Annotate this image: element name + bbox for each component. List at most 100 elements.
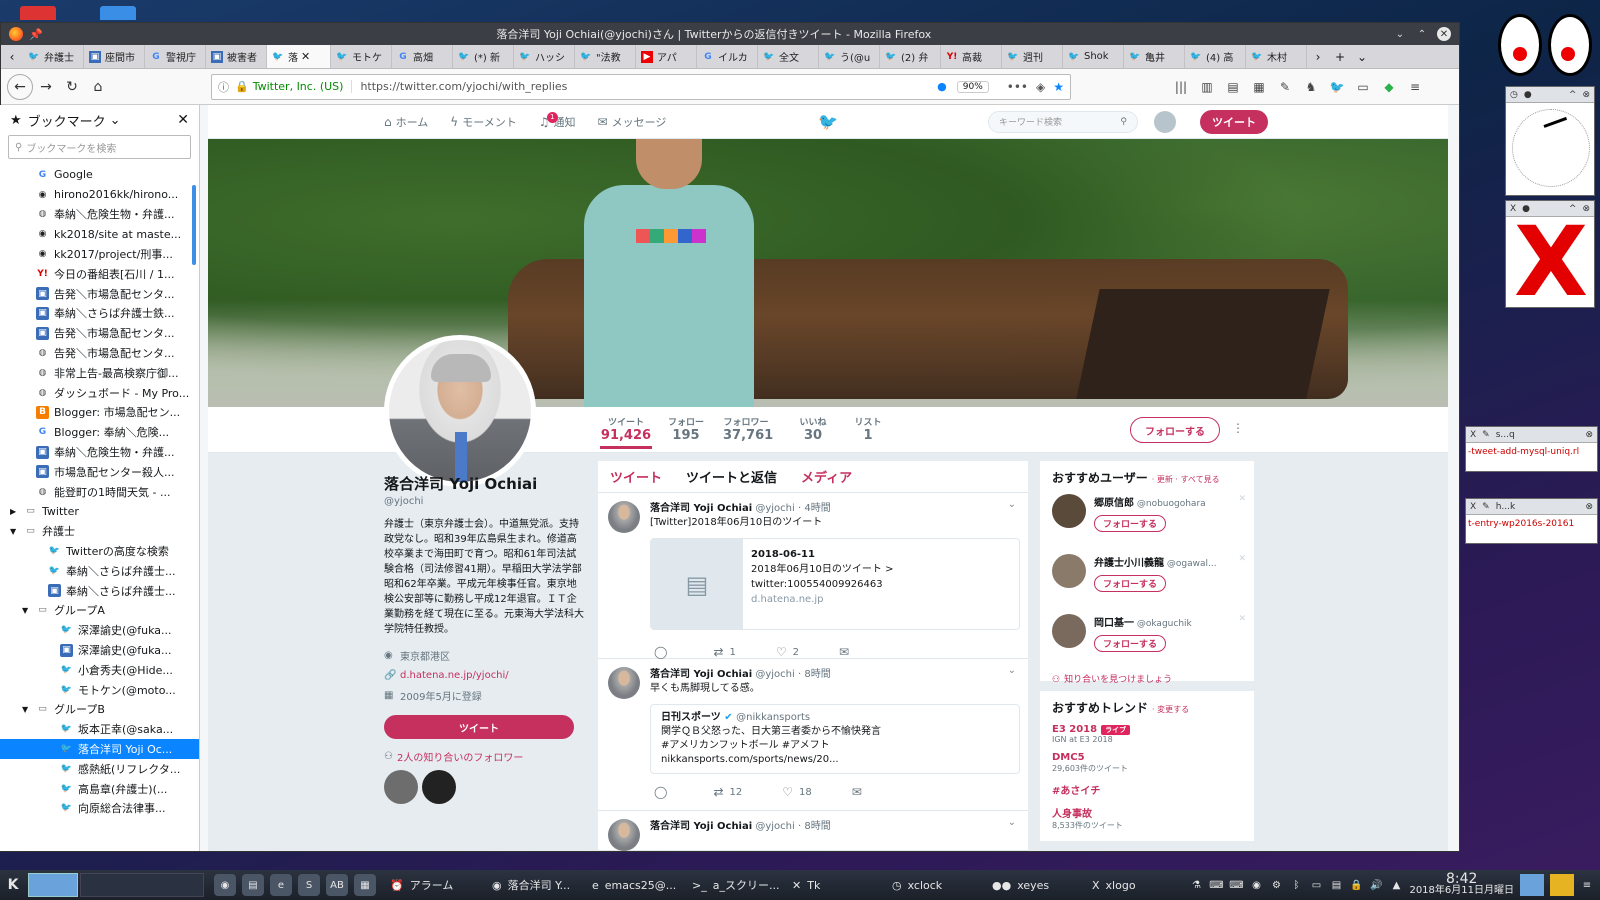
find-friends-link[interactable]: ⚇ 知り合いを見つけましょう [1052, 672, 1242, 685]
tab-2[interactable]: G 警視庁 [145, 45, 206, 68]
twitter-icon[interactable]: 🐦 [1327, 77, 1347, 97]
tray-keyboard-icon[interactable]: ⌨ [1229, 878, 1243, 892]
stat-4[interactable]: リスト 1 [845, 415, 891, 443]
nav-moments[interactable]: ϟ モーメント [450, 114, 516, 130]
clock[interactable]: 8:42 2018年6月11日月曜日 [1409, 872, 1514, 897]
tab-13[interactable]: 🐦 う(@u [819, 45, 880, 68]
notes-icon[interactable] [1550, 874, 1574, 896]
trend-item[interactable]: 人身事故 8,533件のツイート [1052, 805, 1242, 831]
bookmark-item[interactable]: ▼ ▭ 弁護士 [0, 521, 199, 541]
chevron-right-icon[interactable]: ▶ [10, 507, 22, 516]
tab-18[interactable]: 🐦 亀井 [1124, 45, 1185, 68]
bookmark-item[interactable]: 🐦 奉納＼さらば弁護士... [0, 561, 199, 581]
bookmark-item[interactable]: 🐦 深澤諭史(@fuka... [0, 620, 199, 640]
bluetooth-icon[interactable]: ᛒ [1289, 878, 1303, 892]
bookmark-item[interactable]: 🐦 高島章(弁護士)(... [0, 779, 199, 799]
bookmark-item[interactable]: ◉ kk2018/site at maste... [0, 224, 199, 244]
avatar[interactable] [1052, 494, 1086, 528]
bookmark-item[interactable]: 🐦 向原総合法律事... [0, 799, 199, 819]
bookmark-item[interactable]: 🐦 小倉秀夫(@Hide... [0, 660, 199, 680]
tab-3[interactable]: ▣ 被害者 [206, 45, 267, 68]
trend-item[interactable]: E3 2018 ライブ IGN at E3 2018 [1052, 724, 1242, 744]
bookmark-item[interactable]: ◍ ダッシュボード - My Pro... [0, 383, 199, 403]
tab-16[interactable]: 🐦 週刊 [1002, 45, 1063, 68]
bookmark-item[interactable]: ▣ 奉納＼危険生物・弁護... [0, 442, 199, 462]
kde-menu-icon[interactable]: K [0, 877, 26, 893]
tweet-time[interactable]: 8時間 [804, 821, 830, 832]
refresh-link[interactable]: · 更新 · すべて見る [1152, 475, 1220, 484]
bookmark-item[interactable]: 🐦 モトケン(@moto... [0, 680, 199, 700]
tweet-avatar[interactable] [608, 667, 640, 699]
pen-icon[interactable]: ✎ [1275, 77, 1295, 97]
bookmark-item[interactable]: G Google [0, 165, 199, 185]
tweet-to-button[interactable]: ツイート [384, 715, 574, 739]
close-icon[interactable]: ⊗ [1585, 430, 1593, 440]
taskbar-task[interactable]: ●● xeyes [984, 872, 1078, 898]
like-button[interactable]: ♡ 18 [782, 785, 812, 799]
bookmark-item[interactable]: ▣ 奉納＼さらば弁護士... [0, 581, 199, 601]
link-card[interactable]: ▤ 2018-06-11 2018年06月10日のツイート > twitter:… [650, 538, 1020, 630]
scrollbar[interactable] [192, 185, 196, 265]
stat-0[interactable]: ツイート 91,426 [600, 415, 652, 449]
taskbar-task[interactable]: e emacs25@... [584, 872, 678, 898]
compose-tweet-button[interactable]: ツイート [1200, 109, 1268, 134]
emacs-launcher-icon[interactable]: e [270, 874, 292, 896]
bookmark-item[interactable]: ▼ ▭ グループB [0, 700, 199, 720]
dm-icon[interactable]: ✉ [839, 645, 855, 659]
profile-website[interactable]: 🔗 d.hatena.ne.jp/yjochi/ [384, 665, 584, 685]
reply-icon[interactable]: ◯ [654, 785, 673, 799]
tray-keyboard-icon[interactable]: ⌨ [1209, 878, 1223, 892]
sidebar-title[interactable]: ブックマーク [28, 111, 106, 130]
mutual-followers-link[interactable]: ⚇ 2人の知り合いのフォロワー [384, 749, 584, 764]
pocket-icon[interactable]: ◈ [1036, 80, 1045, 94]
tweet-author[interactable]: 落合洋司 Yoji Ochiai [650, 503, 752, 514]
profile-name[interactable]: 落合洋司 Yoji Ochiai [384, 473, 584, 494]
taskbar-task[interactable]: ◉ 落合洋司 Y... [484, 872, 578, 898]
tray-network-icon[interactable]: ⚙ [1269, 878, 1283, 892]
chevron-down-icon[interactable]: ▼ [22, 606, 34, 615]
taskbar-task[interactable]: >_ a_スクリー... [684, 872, 779, 898]
like-button[interactable]: ♡ 2 [776, 645, 799, 659]
pin-icon[interactable]: 📌 [29, 28, 43, 41]
close-icon[interactable]: ✕ [177, 112, 189, 128]
bookmark-item[interactable]: ▼ ▭ グループA [0, 601, 199, 621]
chevron-down-icon[interactable]: ▼ [22, 705, 34, 714]
tab-7[interactable]: 🐦 (*) 新 [453, 45, 514, 68]
url-bar[interactable]: ⓘ 🔒 Twitter, Inc. (US) https://twitter.co… [211, 73, 1071, 100]
tab-8[interactable]: 🐦 ハッシ [514, 45, 575, 68]
dismiss-icon[interactable]: ✕ [1238, 614, 1246, 624]
tab-tweets[interactable]: ツイート [610, 467, 662, 486]
close-tab-icon[interactable]: ✕ [301, 50, 310, 63]
desktop-folder-icon[interactable] [100, 6, 136, 20]
tweet[interactable]: ⌄ 落合洋司 Yoji Ochiai @yjochi · 8時間 [598, 811, 1028, 851]
chevron-down-icon[interactable]: ⌄ [1008, 499, 1016, 510]
change-link[interactable]: · 変更する [1152, 705, 1189, 714]
tab-0[interactable]: 🐦 弁護士 [23, 45, 84, 68]
bookmark-item[interactable]: 🐦 落合洋司 Yoji Oc... [0, 739, 199, 759]
tab-scroll-right-icon[interactable]: › [1307, 45, 1329, 68]
close-icon[interactable]: ✕ [1437, 27, 1451, 41]
follow-button[interactable]: フォローする [1094, 515, 1166, 532]
bookmark-item[interactable]: ◍ 非常上告-最高検察庁御... [0, 363, 199, 383]
nav-notifications[interactable]: ♫ 1 通知 [539, 111, 576, 130]
taskbar-task[interactable]: ✕ Tk [784, 872, 878, 898]
back-button[interactable]: ← [7, 73, 33, 100]
desktop-pager-2[interactable] [80, 873, 204, 897]
tab-14[interactable]: 🐦 (2) 弁 [880, 45, 941, 68]
lock-icon[interactable]: 🔒 [1349, 878, 1363, 892]
more-icon[interactable]: ⋮ [1232, 421, 1244, 435]
bookmark-item[interactable]: ▣ 深澤諭史(@fuka... [0, 640, 199, 660]
tweet-time[interactable]: 4時間 [804, 503, 830, 514]
taskbar-task[interactable]: ◷ xclock [884, 872, 978, 898]
bookmark-item[interactable]: ◉ kk2017/project/刑事... [0, 244, 199, 264]
sidebar-icon[interactable]: ▥ [1197, 77, 1217, 97]
quoted-tweet[interactable]: 日刊スポーツ ✔ @nikkansports 関学ＱＢ父怒った、日大第三者委から… [650, 704, 1020, 774]
stat-1[interactable]: フォロー 195 [663, 415, 709, 443]
monitor-icon[interactable]: ▭ [1309, 878, 1323, 892]
bookmark-item[interactable]: 🐦 坂本正幸(@saka... [0, 719, 199, 739]
follow-button[interactable]: フォローする [1130, 417, 1220, 443]
tray-expand-icon[interactable]: ▲ [1389, 878, 1403, 892]
forward-button[interactable]: → [33, 74, 59, 100]
font-icon[interactable]: AB [326, 874, 348, 896]
firefox-launcher-icon[interactable]: ◉ [214, 874, 236, 896]
